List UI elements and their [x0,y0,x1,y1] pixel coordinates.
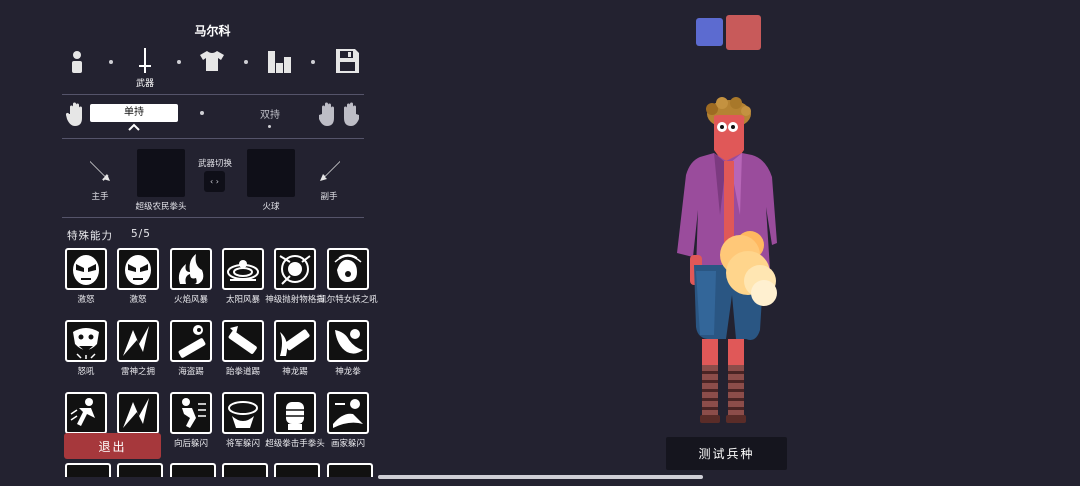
weapon-tab-label: 武器 [135,79,154,89]
divider [62,94,364,95]
ability-slot[interactable] [117,392,159,438]
ability-label: 画家躲闪 [330,439,365,449]
projectile-block-icon[interactable] [274,248,316,290]
test-unit-button[interactable]: 测试兵种 [666,437,787,470]
painter-dodge-icon[interactable] [327,392,369,434]
ability-slot[interactable]: 画家躲闪 [327,392,369,450]
ability-label: 火焰风暴 [173,295,208,305]
ability-slot[interactable]: 向后躲闪 [170,392,212,450]
team-red-swatch[interactable] [726,15,761,50]
ability-slot[interactable]: 激怒 [117,248,159,306]
ability-tile[interactable] [274,463,320,477]
nav-separator [311,60,315,64]
main-hand-label: 主手 [91,192,109,202]
ability-slot[interactable]: 太阳风暴 [222,248,264,306]
ability-tile[interactable] [117,463,163,477]
dragon-punch-icon[interactable] [327,320,369,362]
unit-preview-character[interactable] [660,95,790,430]
ability-label: 神龙踢 [282,367,308,377]
general-dodge-icon[interactable] [222,392,264,434]
unit-name: 马尔科 [194,24,231,38]
weapon-swap-label: 武器切换 [197,159,232,169]
mode-separator [200,111,204,115]
ability-label: 向后躲闪 [173,439,208,449]
nav-separator [244,60,248,64]
ability-slot[interactable]: 怒吼 [65,320,107,378]
ability-tile[interactable] [222,463,268,477]
single-hand-option[interactable]: 单持 [90,104,178,122]
ability-tile[interactable] [327,463,373,477]
angry-face-icon[interactable] [117,248,159,290]
offhand-weapon-name: 火球 [262,202,280,212]
offhand-weapon-slot[interactable] [247,149,295,197]
ability-slot[interactable]: 火焰风暴 [170,248,212,306]
lightning-icon[interactable] [117,320,159,362]
ability-slot[interactable]: 将军躲闪 [222,392,264,450]
roar-icon[interactable] [65,320,107,362]
exit-button[interactable]: 退出 [64,433,161,459]
ability-label: 将军躲闪 [225,439,260,449]
ability-slot[interactable]: 海盗踢 [170,320,212,378]
ability-slot[interactable]: 雷神之拥 [117,320,159,378]
ability-label: 凯尔特女妖之吼 [318,295,378,305]
ability-label: 神级抛射物格挡 [265,295,325,305]
shirt-icon[interactable] [200,51,224,75]
ability-label: 激怒 [77,295,95,305]
mode-indicator-dot [268,125,271,128]
ability-slot[interactable]: 激怒 [65,248,107,306]
fire-storm-icon[interactable] [170,248,212,290]
person-icon[interactable] [70,50,84,78]
dodge-icon[interactable] [65,392,107,434]
angry-face-icon[interactable] [65,248,107,290]
weapon-swap-button[interactable]: ‹ › [204,171,225,192]
dual-hand-option[interactable]: 双持 [240,106,300,121]
ability-label: 太阳风暴 [225,295,260,305]
nav-separator [177,60,181,64]
dragon-kick-icon[interactable] [274,320,316,362]
ability-slot[interactable] [65,392,107,438]
main-weapon-name: 超级农民拳头 [135,202,187,212]
lightning-icon[interactable] [117,392,159,434]
ability-tile[interactable] [65,463,111,477]
ability-slot[interactable]: 超级拳击手拳头 [265,392,325,450]
ability-tile[interactable] [170,463,216,477]
ability-label: 雷神之拥 [120,367,155,377]
sun-storm-icon[interactable] [222,248,264,290]
ability-label: 激怒 [129,295,147,305]
save-icon[interactable] [336,49,359,77]
chevron-up-icon [128,123,140,131]
dual-hand-icon[interactable] [319,102,359,130]
team-blue-swatch[interactable] [696,18,723,46]
banshee-scream-icon[interactable] [327,248,369,290]
home-indicator [378,475,703,479]
taekwondo-kick-icon[interactable] [222,320,264,362]
main-hand-sword-icon [88,159,112,187]
sword-icon[interactable] [138,48,152,78]
unit-editor-panel: 马尔科 武器 单持 双持 主手 超级农民拳头 武器切换 ‹ › 火球 副手 特殊… [0,0,380,486]
ability-slot[interactable]: 神龙拳 [327,320,369,378]
main-weapon-slot[interactable] [137,149,185,197]
ability-label: 海盗踢 [178,367,204,377]
ability-slot[interactable]: 神龙踢 [274,320,316,378]
boxer-fist-icon[interactable] [274,392,316,434]
divider [62,217,364,218]
pirate-kick-icon[interactable] [170,320,212,362]
ability-label: 神龙拳 [335,367,361,377]
ability-slot[interactable]: 跆拳道踢 [222,320,264,378]
ability-label: 超级拳击手拳头 [265,439,325,449]
abilities-title: 特殊能力 [67,230,113,242]
ability-label: 怒吼 [77,367,95,377]
abilities-count: 5/5 [131,228,151,240]
ability-slot[interactable]: 神级抛射物格挡 [265,248,325,306]
backward-dodge-icon[interactable] [170,392,212,434]
ability-slot[interactable]: 凯尔特女妖之吼 [318,248,378,306]
off-hand-sword-icon [318,159,342,187]
single-hand-icon[interactable] [65,102,88,130]
stats-icon[interactable] [268,51,292,77]
divider [62,138,364,139]
off-hand-label: 副手 [320,192,338,202]
nav-separator [109,60,113,64]
ability-label: 跆拳道踢 [225,367,260,377]
